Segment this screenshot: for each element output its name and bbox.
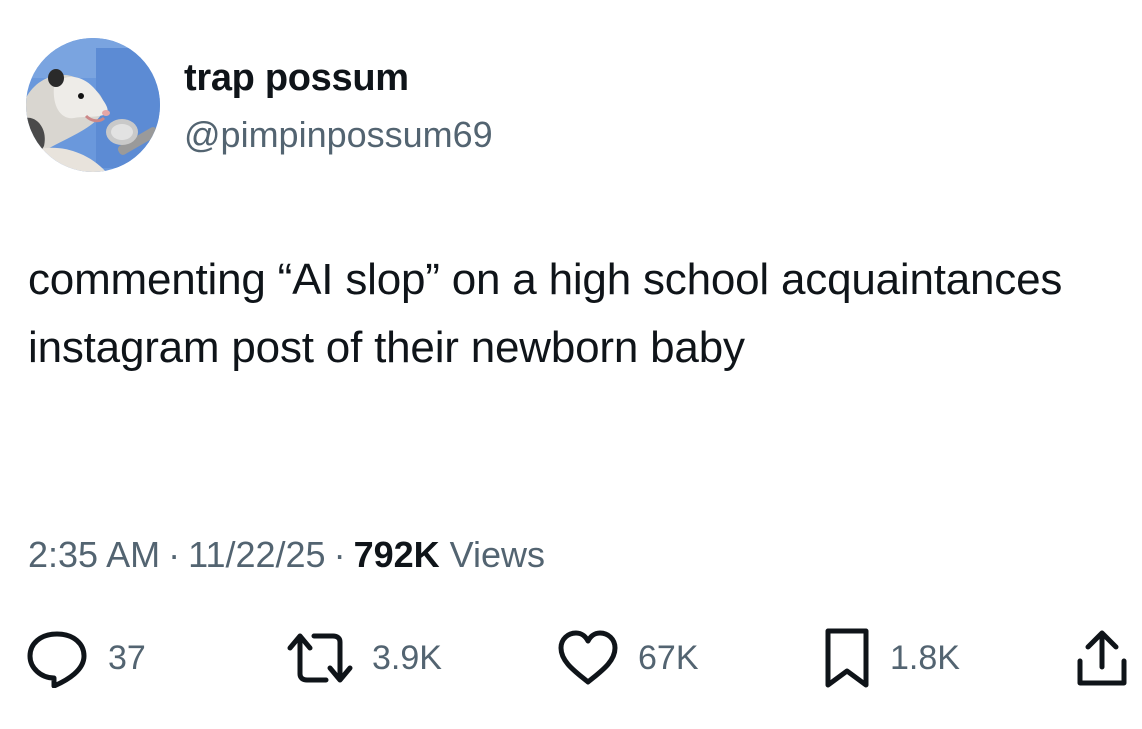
like-button[interactable]: 67K	[556, 626, 699, 690]
display-name[interactable]: trap possum	[184, 56, 409, 100]
tweet-date[interactable]: 11/22/25	[188, 534, 325, 575]
action-bar: 37 3.9K 67K 1.8K	[0, 626, 1142, 690]
share-button[interactable]	[1074, 626, 1130, 690]
tweet-meta: 2:35 AM · 11/22/25 · 792K Views	[28, 532, 545, 578]
user-handle[interactable]: @pimpinpossum69	[184, 114, 493, 156]
repost-button[interactable]: 3.9K	[286, 626, 442, 690]
reply-count: 37	[108, 639, 146, 677]
views-count: 792K	[353, 534, 440, 575]
repost-count: 3.9K	[372, 639, 442, 677]
avatar[interactable]	[26, 38, 160, 172]
like-count: 67K	[638, 639, 699, 677]
bookmark-icon	[825, 628, 869, 688]
possum-avatar-icon	[26, 38, 160, 172]
tweet-time[interactable]: 2:35 AM	[28, 534, 160, 575]
bookmark-button[interactable]: 1.8K	[822, 626, 960, 690]
tweet-text: commenting “AI slop” on a high school ac…	[28, 255, 1063, 372]
separator: ·	[168, 534, 181, 575]
heart-icon	[558, 630, 618, 685]
separator: ·	[333, 534, 346, 575]
views-label: Views	[449, 534, 546, 575]
bookmark-count: 1.8K	[890, 639, 960, 677]
tweet-card: trap possum @pimpinpossum69 commenting “…	[0, 0, 1142, 729]
reply-button[interactable]: 37	[24, 626, 146, 690]
repost-icon	[287, 633, 353, 683]
share-icon	[1077, 630, 1127, 686]
reply-icon	[27, 631, 87, 688]
